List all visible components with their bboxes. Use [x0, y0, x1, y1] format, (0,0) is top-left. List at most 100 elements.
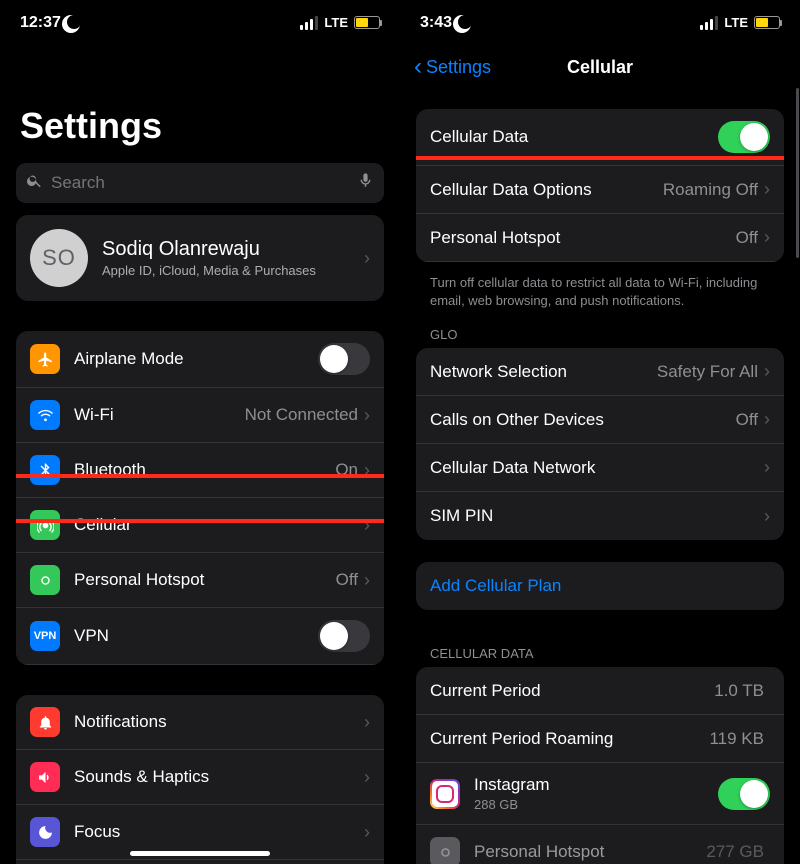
nav-bar: ‹ Settings Cellular — [400, 45, 800, 89]
current-period-value: 1.0 TB — [714, 681, 764, 701]
usage-group: Current Period 1.0 TB Current Period Roa… — [416, 667, 784, 864]
status-bar: 12:37 LTE — [0, 0, 400, 45]
calls-other-value: Off — [736, 410, 758, 430]
cellular-options-value: Roaming Off — [663, 180, 758, 200]
cellular-label: Cellular — [74, 515, 364, 535]
app-name: Instagram — [474, 775, 718, 795]
chevron-icon: › — [764, 227, 770, 248]
connectivity-group: Airplane Mode Wi-Fi Not Connected › Blue… — [16, 331, 384, 665]
chevron-icon: › — [764, 361, 770, 382]
focus-label: Focus — [74, 822, 364, 842]
hotspot-row[interactable]: Personal Hotspot Off › — [16, 553, 384, 608]
bluetooth-icon — [30, 455, 60, 485]
data-network-row[interactable]: Cellular Data Network › — [416, 444, 784, 492]
carrier-header: GLO — [400, 313, 800, 348]
calls-other-row[interactable]: Calls on Other Devices Off › — [416, 396, 784, 444]
speaker-icon — [30, 762, 60, 792]
vpn-toggle[interactable] — [318, 620, 370, 652]
cellular-options-label: Cellular Data Options — [430, 180, 663, 200]
add-plan-row[interactable]: Add Cellular Plan — [416, 562, 784, 610]
moon-icon — [30, 817, 60, 847]
chevron-icon: › — [364, 570, 370, 591]
bluetooth-label: Bluetooth — [74, 460, 335, 480]
notifications-label: Notifications — [74, 712, 364, 732]
roaming-period-value: 119 KB — [709, 729, 764, 749]
cellular-options-row[interactable]: Cellular Data Options Roaming Off › — [416, 166, 784, 214]
airplane-toggle[interactable] — [318, 343, 370, 375]
status-time: 12:37 — [20, 14, 61, 32]
chevron-icon: › — [764, 179, 770, 200]
settings-screen: 12:37 LTE Settings SO Sodiq Olanrewaju A… — [0, 0, 400, 864]
avatar: SO — [30, 229, 88, 287]
sounds-row[interactable]: Sounds & Haptics › — [16, 750, 384, 805]
personal-hotspot-row[interactable]: Personal Hotspot Off › — [416, 214, 784, 262]
airplane-label: Airplane Mode — [74, 349, 318, 369]
back-button[interactable]: ‹ Settings — [414, 53, 491, 81]
chevron-icon: › — [364, 515, 370, 536]
chevron-icon: › — [364, 712, 370, 733]
current-period-row[interactable]: Current Period 1.0 TB — [416, 667, 784, 715]
status-bar: 3:43 LTE — [400, 0, 800, 45]
misc-group: Notifications › Sounds & Haptics › Focus… — [16, 695, 384, 864]
data-network-label: Cellular Data Network — [430, 458, 764, 478]
wifi-value: Not Connected — [245, 405, 358, 425]
current-period-label: Current Period — [430, 681, 714, 701]
signal-icon — [300, 16, 318, 30]
chevron-icon: › — [364, 248, 370, 269]
notifications-row[interactable]: Notifications › — [16, 695, 384, 750]
app-usage-value: 277 GB — [706, 842, 764, 862]
cellular-data-toggle[interactable] — [718, 121, 770, 153]
data-usage-header: CELLULAR DATA — [400, 632, 800, 667]
hotspot-value: Off — [736, 228, 758, 248]
app-instagram-row[interactable]: Instagram 288 GB — [416, 763, 784, 825]
cellular-screen: 3:43 LTE ‹ Settings Cellular Cellular Da… — [400, 0, 800, 864]
cellular-data-row[interactable]: Cellular Data — [416, 109, 784, 166]
bluetooth-row[interactable]: Bluetooth On › — [16, 443, 384, 498]
app-name: Personal Hotspot — [474, 842, 706, 862]
app-toggle[interactable] — [718, 778, 770, 810]
screentime-row[interactable]: Screen Time › — [16, 860, 384, 864]
add-plan-group: Add Cellular Plan — [416, 562, 784, 610]
chevron-icon: › — [364, 460, 370, 481]
hotspot-icon — [30, 565, 60, 595]
profile-sub: Apple ID, iCloud, Media & Purchases — [102, 263, 364, 278]
cellular-data-label: Cellular Data — [430, 127, 718, 147]
hotspot-value: Off — [336, 570, 358, 590]
hotspot-label: Personal Hotspot — [430, 228, 736, 248]
hotspot-icon — [430, 837, 460, 864]
page-title: Settings — [0, 45, 400, 157]
chevron-icon: › — [364, 822, 370, 843]
search-field[interactable] — [16, 163, 384, 203]
profile-row[interactable]: SO Sodiq Olanrewaju Apple ID, iCloud, Me… — [16, 215, 384, 301]
bell-icon — [30, 707, 60, 737]
chevron-left-icon: ‹ — [414, 53, 422, 81]
do-not-disturb-icon — [458, 15, 472, 29]
chevron-icon: › — [764, 409, 770, 430]
hotspot-label: Personal Hotspot — [74, 570, 336, 590]
network-selection-value: Safety For All — [657, 362, 758, 382]
network-selection-label: Network Selection — [430, 362, 657, 382]
vpn-label: VPN — [74, 626, 318, 646]
sim-pin-row[interactable]: SIM PIN › — [416, 492, 784, 540]
app-hotspot-row[interactable]: Personal Hotspot 277 GB — [416, 825, 784, 864]
scroll-indicator[interactable] — [796, 88, 799, 258]
vpn-row[interactable]: VPN VPN — [16, 608, 384, 665]
network-label: LTE — [324, 15, 348, 30]
signal-icon — [700, 16, 718, 30]
wifi-row[interactable]: Wi-Fi Not Connected › — [16, 388, 384, 443]
sim-pin-label: SIM PIN — [430, 506, 764, 526]
vpn-icon: VPN — [30, 621, 60, 651]
chevron-icon: › — [364, 405, 370, 426]
cellular-icon — [30, 510, 60, 540]
sounds-label: Sounds & Haptics — [74, 767, 364, 787]
roaming-period-label: Current Period Roaming — [430, 729, 709, 749]
roaming-period-row[interactable]: Current Period Roaming 119 KB — [416, 715, 784, 763]
airplane-mode-row[interactable]: Airplane Mode — [16, 331, 384, 388]
battery-icon — [354, 16, 380, 29]
cellular-main-group: Cellular Data Cellular Data Options Roam… — [416, 109, 784, 262]
cellular-row[interactable]: Cellular › — [16, 498, 384, 553]
search-input[interactable] — [51, 173, 349, 193]
network-selection-row[interactable]: Network Selection Safety For All › — [416, 348, 784, 396]
home-indicator[interactable] — [130, 851, 270, 856]
bluetooth-value: On — [335, 460, 358, 480]
